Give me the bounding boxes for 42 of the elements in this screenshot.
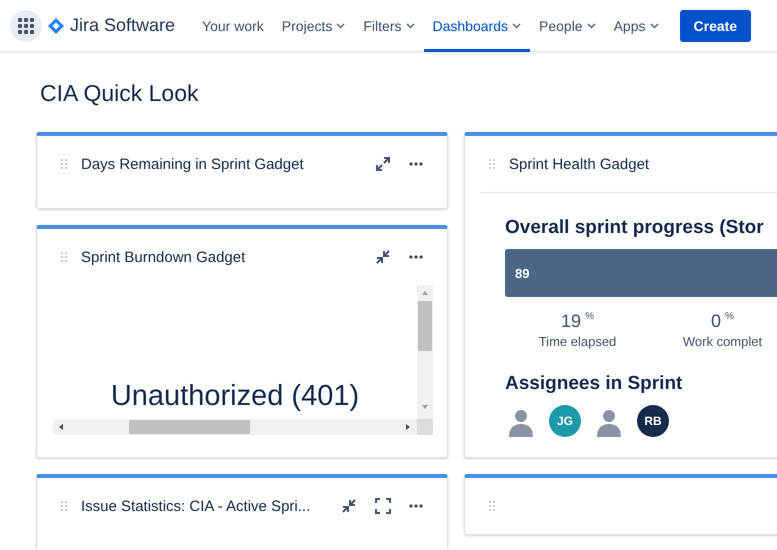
more-icon[interactable] bbox=[409, 504, 423, 508]
section-heading: Assignees in Sprint bbox=[505, 373, 684, 395]
horizontal-scrollbar[interactable] bbox=[53, 419, 417, 435]
product-name: Jira Software bbox=[70, 15, 176, 36]
drag-handle-icon[interactable] bbox=[61, 159, 67, 169]
page-title: CIA Quick Look bbox=[40, 80, 200, 108]
drag-handle-icon[interactable] bbox=[489, 159, 495, 169]
stat-value: 0 bbox=[711, 311, 722, 332]
grid-icon bbox=[18, 18, 34, 34]
nav-tab[interactable]: Filters bbox=[354, 0, 424, 52]
jira-logo-icon bbox=[48, 18, 64, 34]
nav-tab[interactable]: Apps bbox=[604, 0, 668, 52]
more-icon[interactable] bbox=[409, 255, 423, 259]
collapse-icon[interactable] bbox=[341, 498, 357, 514]
stat-label: Time elapsed bbox=[538, 334, 616, 349]
scrollbar-corner bbox=[417, 419, 433, 435]
nav-tab[interactable]: People bbox=[530, 0, 605, 52]
nav-tab[interactable]: Projects bbox=[272, 0, 354, 52]
percent-unit: % bbox=[585, 311, 594, 322]
gadget-title: Sprint Health Gadget bbox=[509, 156, 650, 172]
gadget-title: Issue Statistics: CIA - Active Spri... bbox=[81, 498, 312, 514]
nav-tab[interactable]: Your work bbox=[193, 0, 273, 52]
fullscreen-icon[interactable] bbox=[375, 498, 391, 514]
drag-handle-icon[interactable] bbox=[61, 252, 67, 262]
stat-value: 19 bbox=[561, 311, 582, 332]
progress-bar: 89 bbox=[505, 249, 777, 297]
section-heading: Overall sprint progress (Stor bbox=[505, 217, 765, 239]
expand-icon[interactable] bbox=[375, 156, 391, 172]
percent-unit: % bbox=[725, 311, 734, 322]
gadget-title: Days Remaining in Sprint Gadget bbox=[81, 156, 305, 172]
nav-tab[interactable]: Dashboards bbox=[424, 0, 530, 52]
more-icon[interactable] bbox=[409, 162, 423, 166]
avatar[interactable]: RB bbox=[637, 405, 669, 437]
stat-label: Work complet bbox=[682, 334, 762, 349]
drag-handle-icon[interactable] bbox=[489, 501, 495, 511]
error-message: Unauthorized (401) bbox=[110, 379, 360, 414]
create-button[interactable]: Create bbox=[680, 10, 752, 42]
app-switcher-button[interactable] bbox=[10, 10, 42, 42]
drag-handle-icon[interactable] bbox=[61, 501, 67, 511]
vertical-scrollbar[interactable] bbox=[417, 285, 433, 419]
gadget-title: Sprint Burndown Gadget bbox=[81, 248, 246, 266]
collapse-icon[interactable] bbox=[375, 249, 391, 265]
